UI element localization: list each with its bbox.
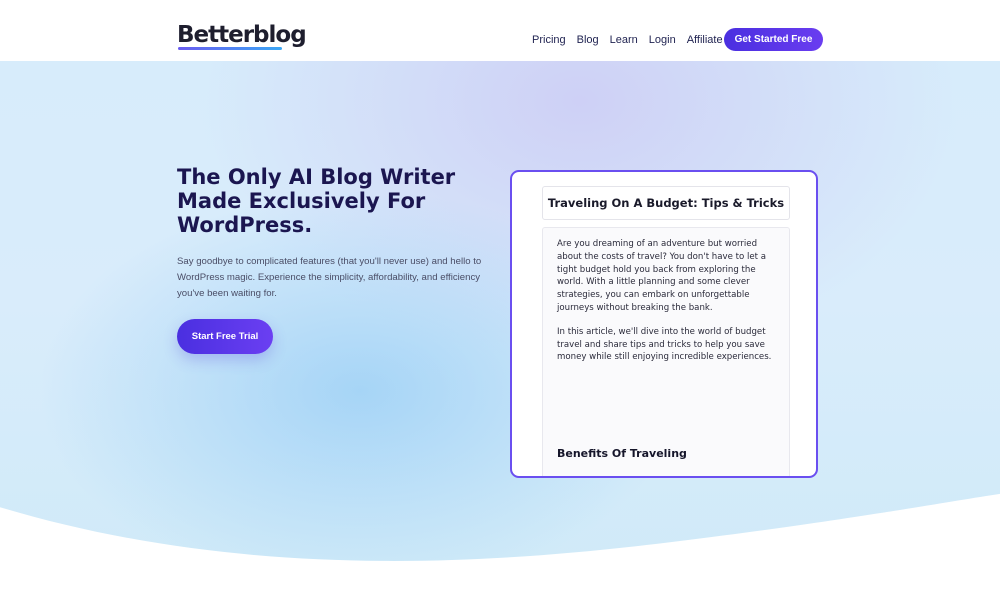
hero-bottom-wave (0, 493, 1000, 600)
get-started-button[interactable]: Get Started Free (724, 28, 823, 51)
preview-article-title: Traveling On A Budget: Tips & Tricks (542, 186, 790, 220)
brand-logo[interactable]: Betterblog (177, 24, 307, 47)
nav-login[interactable]: Login (649, 33, 676, 47)
hero-section (0, 61, 1000, 600)
article-preview-card: Traveling On A Budget: Tips & Tricks Are… (510, 170, 818, 478)
main-nav: Pricing Blog Learn Login Affiliate (532, 33, 723, 47)
nav-pricing[interactable]: Pricing (532, 33, 566, 47)
hero-headline: The Only AI Blog Writer Made Exclusively… (177, 165, 456, 237)
hero-subtext: Say goodbye to complicated features (tha… (177, 256, 482, 299)
start-free-trial-button[interactable]: Start Free Trial (177, 319, 273, 354)
logo-underline (178, 47, 282, 50)
site-header: Betterblog Pricing Blog Learn Login Affi… (0, 0, 1000, 61)
nav-learn[interactable]: Learn (610, 33, 638, 47)
preview-paragraph: In this article, we'll dive into the wor… (557, 326, 772, 363)
nav-affiliate[interactable]: Affiliate (687, 33, 723, 47)
preview-subheading: Benefits Of Traveling (557, 447, 687, 460)
preview-article-body: Are you dreaming of an adventure but wor… (542, 227, 790, 476)
nav-blog[interactable]: Blog (577, 33, 599, 47)
preview-paragraph: Are you dreaming of an adventure but wor… (557, 239, 767, 313)
